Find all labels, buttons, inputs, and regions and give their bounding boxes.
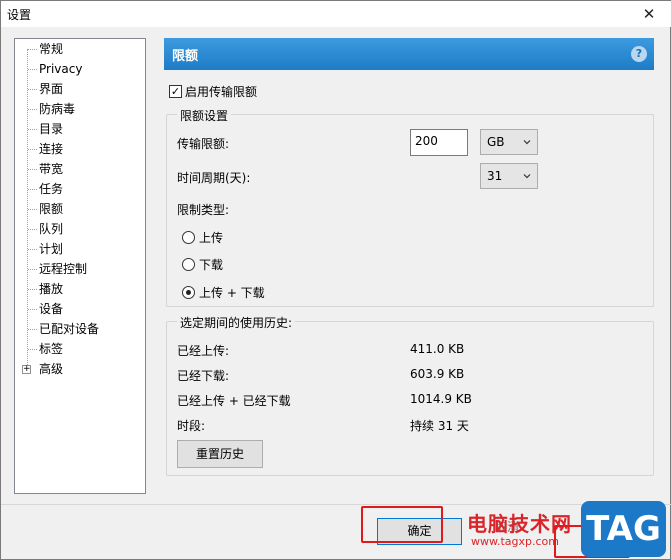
group-legend: 限额设置 (177, 107, 232, 124)
sidebar-item-directories[interactable]: 目录 (39, 119, 63, 139)
tree-tick (28, 129, 37, 130)
history-label: 已经上传 + 已经下载 (177, 394, 291, 408)
reset-history-button[interactable]: 重置历史 (177, 440, 263, 468)
tree-tick (28, 189, 37, 190)
help-icon[interactable]: ? (631, 46, 647, 62)
title-bar: 设置 ✕ (1, 1, 671, 27)
tree-tick (28, 149, 37, 150)
tree-tick (28, 289, 37, 290)
sidebar-item-interface[interactable]: 界面 (39, 79, 63, 99)
radio-circle[interactable] (182, 258, 195, 271)
tree-tick (28, 349, 37, 350)
tree-tick (28, 49, 37, 50)
sidebar-item-queue[interactable]: 队列 (39, 219, 63, 239)
limit-type-label: 限制类型: (177, 203, 230, 217)
checkbox-label: 启用传输限额 (185, 85, 258, 99)
unit-select[interactable]: GB (480, 129, 538, 155)
period-select-value: 31 (487, 169, 503, 183)
window-title: 设置 (7, 8, 32, 22)
chevron-down-icon (523, 174, 531, 179)
history-label: 已经下载: (177, 369, 230, 383)
panel-header: 限额 ? (164, 38, 654, 70)
sidebar-item-paired-devices[interactable]: 已配对设备 (39, 319, 99, 339)
panel-title: 限额 (172, 49, 199, 64)
tree-tick (28, 309, 37, 310)
sidebar-item-labels[interactable]: 标签 (39, 339, 63, 359)
radio-circle[interactable] (182, 231, 195, 244)
chevron-down-icon (523, 140, 531, 145)
period-label: 时间周期(天): (177, 171, 251, 185)
history-label: 已经上传: (177, 344, 230, 358)
tree-tick (28, 169, 37, 170)
history-label: 时段: (177, 419, 206, 433)
radio-upload-download[interactable]: 上传 + 下载 (182, 284, 265, 301)
transfer-limit-label: 传输限额: (177, 137, 230, 151)
sidebar-item-bandwidth[interactable]: 带宽 (39, 159, 63, 179)
tree-tick (28, 209, 37, 210)
radio-label: 下载 (199, 258, 224, 272)
period-select[interactable]: 31 (480, 163, 538, 189)
tree-tick (28, 269, 37, 270)
footer-divider (1, 504, 671, 505)
highlight-box (361, 506, 443, 543)
tree-tick (28, 109, 37, 110)
history-value: 603.9 KB (410, 367, 465, 381)
radio-upload[interactable]: 上传 (182, 229, 223, 246)
sidebar-item-antivirus[interactable]: 防病毒 (39, 99, 75, 119)
radio-label: 上传 (199, 231, 224, 245)
tree-tick (28, 89, 37, 90)
settings-tree: 常规 Privacy 界面 防病毒 目录 连接 带宽 任务 限额 队列 计划 远… (14, 38, 146, 494)
sidebar-item-quota[interactable]: 限额 (39, 199, 63, 219)
tree-tick (28, 69, 37, 70)
sidebar-item-devices[interactable]: 设备 (39, 299, 63, 319)
history-value: 411.0 KB (410, 342, 465, 356)
tree-connector (27, 49, 28, 371)
sidebar-item-schedule[interactable]: 计划 (39, 239, 63, 259)
history-value: 持续 31 天 (410, 419, 469, 433)
radio-download[interactable]: 下载 (182, 256, 223, 273)
expand-icon[interactable]: + (22, 365, 31, 374)
sidebar-item-connection[interactable]: 连接 (39, 139, 63, 159)
sidebar-item-advanced[interactable]: 高级 (39, 359, 63, 379)
radio-label: 上传 + 下载 (199, 286, 265, 300)
watermark-url: www.tagxp.com (471, 535, 559, 548)
tree-tick (28, 329, 37, 330)
sidebar-item-general[interactable]: 常规 (39, 39, 63, 59)
unit-select-value: GB (487, 135, 505, 149)
settings-dialog: 设置 ✕ 常规 Privacy 界面 防病毒 目录 连接 带宽 任务 限额 队列… (0, 0, 671, 560)
sidebar-item-remote-control[interactable]: 远程控制 (39, 259, 87, 279)
checkbox-box[interactable]: ✓ (169, 85, 182, 98)
sidebar-item-privacy[interactable]: Privacy (39, 59, 82, 79)
group-legend: 选定期间的使用历史: (177, 314, 296, 331)
close-icon[interactable]: ✕ (626, 1, 671, 27)
sidebar-item-tasks[interactable]: 任务 (39, 179, 63, 199)
history-value: 1014.9 KB (410, 392, 472, 406)
transfer-limit-input[interactable]: 200 (410, 129, 468, 156)
tree-tick (28, 249, 37, 250)
sidebar-item-playback[interactable]: 播放 (39, 279, 63, 299)
tree-tick (28, 229, 37, 230)
radio-circle-selected[interactable] (182, 286, 195, 299)
enable-quota-checkbox[interactable]: ✓ 启用传输限额 (169, 83, 257, 100)
watermark-badge: TAG (581, 501, 666, 557)
